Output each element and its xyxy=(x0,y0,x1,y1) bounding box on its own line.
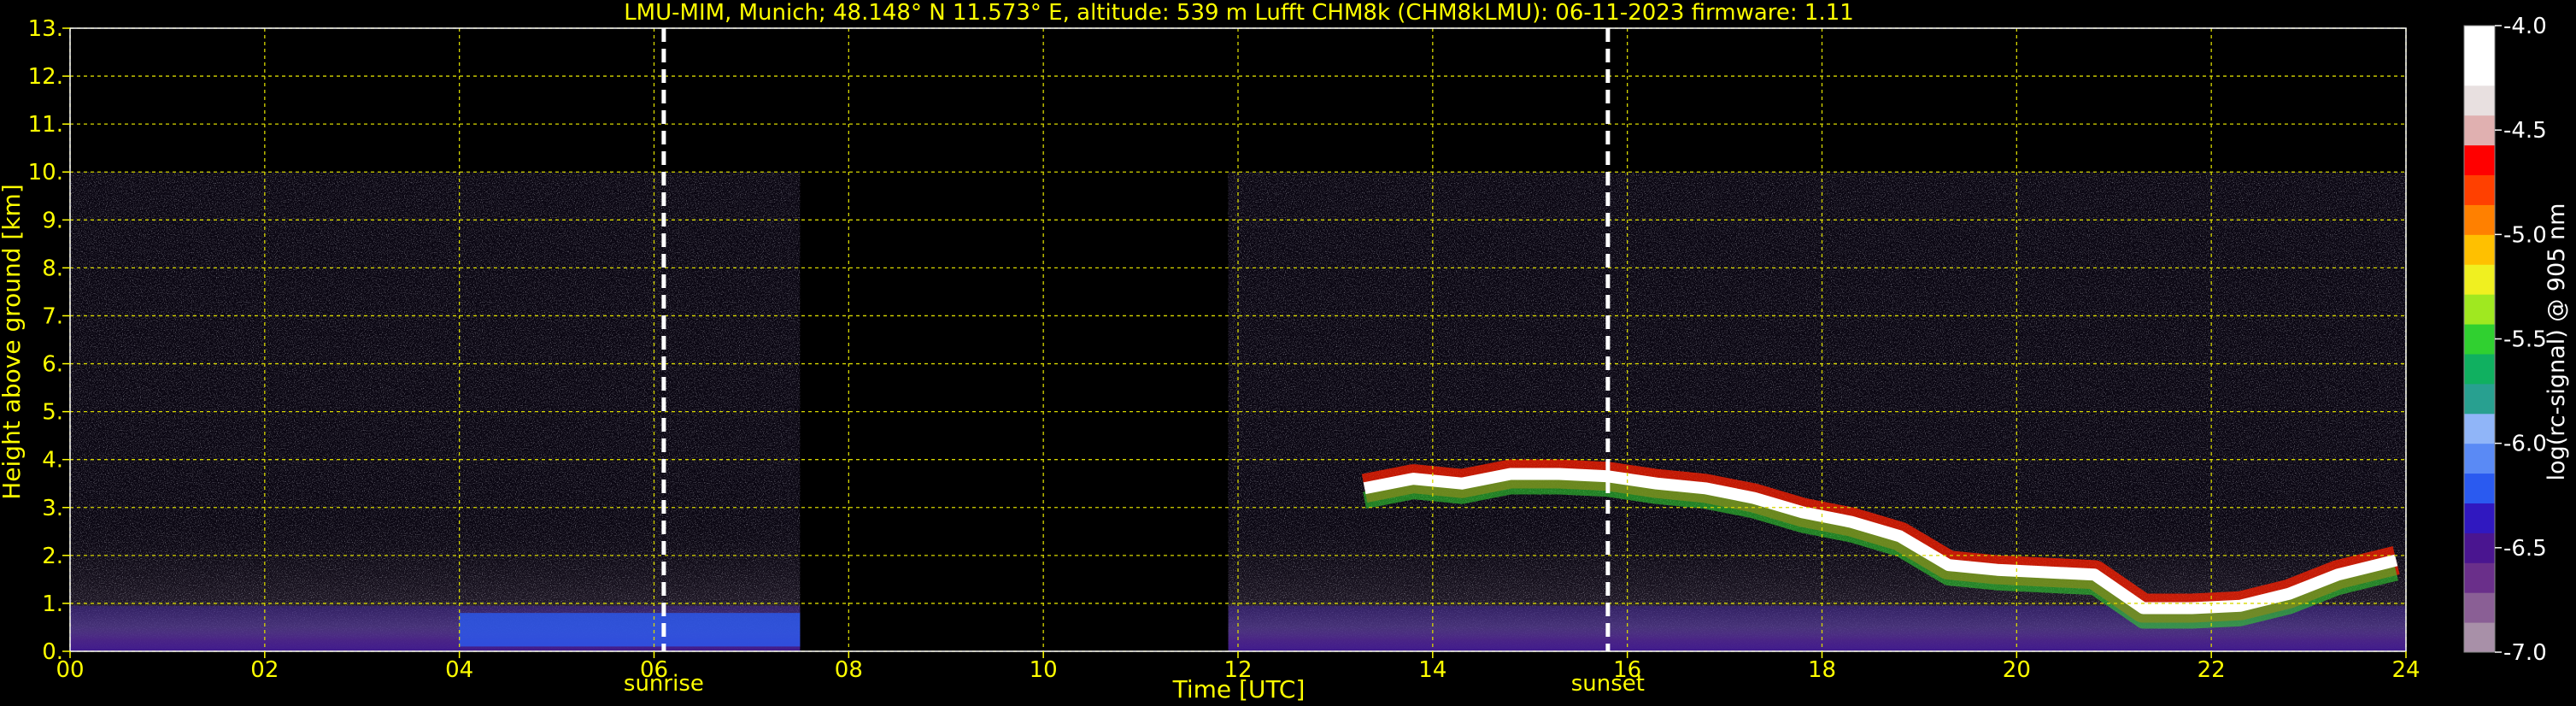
x-tick-label-12: 24 xyxy=(2391,657,2420,683)
colorbar: -4.0 -4.5 -5.0 -5.5 -6.0 -6.5 -7.0 xyxy=(2463,14,2547,666)
x-tick-label-4: 08 xyxy=(835,657,863,683)
event-label-sunset: sunset xyxy=(1571,671,1645,697)
y-tick-label-12: 12. xyxy=(28,64,63,90)
colorbar-swatch-4 xyxy=(2464,503,2495,533)
x-tick-label-1: 02 xyxy=(250,657,279,683)
ceilometer-chart: 0.1.2.3.4.5.6.7.8.9.10.11.12.13. 00 02 04 0… xyxy=(0,0,2570,703)
y-tick-label-6: 6. xyxy=(42,352,63,378)
y-tick-label-8: 8. xyxy=(42,256,63,281)
colorbar-swatch-2 xyxy=(2464,562,2495,593)
colorbar-swatch-6 xyxy=(2464,443,2495,474)
colorbar-swatch-16 xyxy=(2464,144,2495,176)
colorbar-swatch-17 xyxy=(2464,115,2495,146)
colorbar-swatch-12 xyxy=(2464,264,2495,295)
y-tick-label-13: 13. xyxy=(28,16,63,42)
y-tick-label-4: 4. xyxy=(42,448,63,474)
aerosol-layer xyxy=(459,613,801,647)
y-tick-label-1: 1. xyxy=(42,591,63,617)
x-axis-label: Time [UTC] xyxy=(1172,675,1306,703)
colorbar-swatch-10 xyxy=(2464,324,2495,355)
colorbar-tick-label-1: -4.5 xyxy=(2503,118,2547,144)
x-tick-label-0: 00 xyxy=(56,657,84,683)
colorbar-tick-label-2: -5.0 xyxy=(2503,222,2547,248)
colorbar-swatch-1 xyxy=(2464,592,2495,623)
x-tick-label-9: 18 xyxy=(1808,657,1836,683)
colorbar-tick-label-6: -7.0 xyxy=(2503,640,2547,666)
y-tick-label-3: 3. xyxy=(42,496,63,521)
colorbar-tick-label-4: -6.0 xyxy=(2503,432,2547,457)
colorbar-swatch-15 xyxy=(2464,174,2495,205)
x-tick-label-2: 04 xyxy=(445,657,473,683)
colorbar-swatch-11 xyxy=(2464,294,2495,325)
colorbar-swatch-5 xyxy=(2464,473,2495,503)
y-axis-label: Height above ground [km] xyxy=(0,184,26,500)
plot-area xyxy=(69,27,2407,652)
y-tick-label-10: 10. xyxy=(28,160,63,185)
x-tick-label-10: 20 xyxy=(2003,657,2031,683)
colorbar-swatch-0 xyxy=(2464,622,2495,653)
y-tick-label-5: 5. xyxy=(42,400,63,426)
y-tick-label-9: 9. xyxy=(42,208,63,233)
event-label-sunrise: sunrise xyxy=(624,671,704,697)
colorbar-tick-label-3: -5.5 xyxy=(2503,327,2547,353)
x-tick-label-11: 22 xyxy=(2198,657,2226,683)
colorbar-swatch-8 xyxy=(2464,383,2495,415)
colorbar-swatch-20 xyxy=(2464,26,2495,56)
y-tick-label-7: 7. xyxy=(42,303,63,329)
colorbar-swatch-18 xyxy=(2464,85,2495,116)
x-tick-label-7: 14 xyxy=(1418,657,1446,683)
colorbar-swatch-7 xyxy=(2464,413,2495,444)
x-tick-label-5: 10 xyxy=(1030,657,1058,683)
colorbar-swatch-19 xyxy=(2464,55,2495,86)
colorbar-tick-label-5: -6.5 xyxy=(2503,536,2547,562)
chart-title: LMU-MIM, Munich; 48.148° N 11.573° E, al… xyxy=(624,0,1854,26)
y-tick-label-11: 11. xyxy=(28,112,63,138)
colorbar-swatch-3 xyxy=(2464,532,2495,563)
colorbar-label: log(rc-signal) @ 905 nm xyxy=(2544,203,2570,481)
colorbar-swatch-14 xyxy=(2464,204,2495,235)
colorbar-swatch-13 xyxy=(2464,234,2495,265)
colorbar-tick-label-0: -4.0 xyxy=(2503,14,2547,39)
colorbar-swatch-9 xyxy=(2464,353,2495,385)
y-axis: 0.1.2.3.4.5.6.7.8.9.10.11.12.13. xyxy=(28,16,70,665)
y-tick-label-2: 2. xyxy=(42,544,63,569)
